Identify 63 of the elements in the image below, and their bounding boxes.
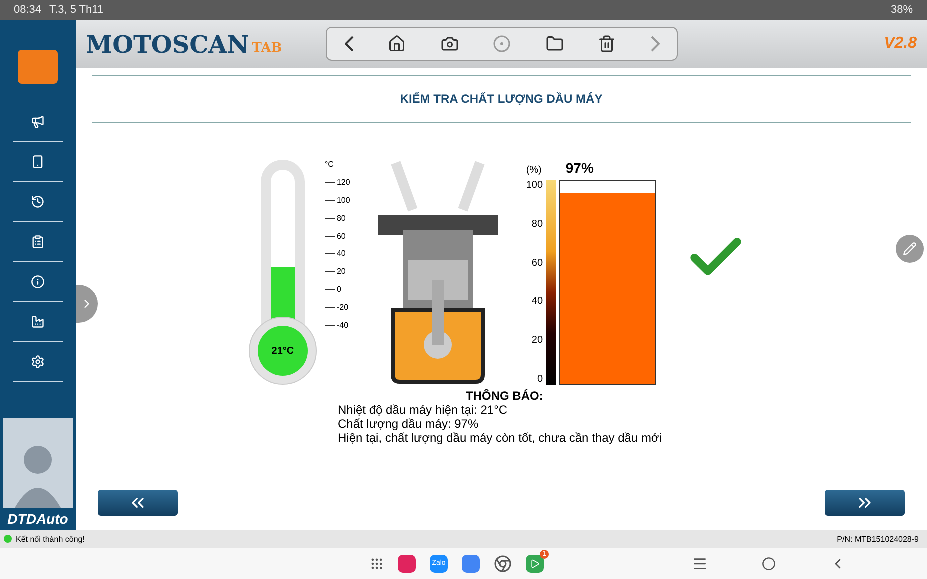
report-icon [31, 234, 45, 248]
message-heading: THÔNG BÁO: [466, 389, 544, 403]
recents-button[interactable] [692, 556, 708, 572]
apps-icon[interactable] [370, 556, 384, 570]
axis-label: 60 [530, 258, 544, 269]
scale-label: 40 [336, 249, 346, 258]
axis-label: 80 [530, 218, 544, 230]
device-icon [31, 154, 45, 168]
factory-icon [31, 314, 45, 328]
scale-label: -40 [336, 320, 349, 330]
delete-button[interactable] [598, 35, 616, 53]
page-title: KIỂM TRA CHẤT LƯỢNG DẦU MÁY [92, 75, 911, 123]
temperature-reading: 21°C [272, 346, 294, 356]
message-text: Hiện tại, chất lượng dầu máy còn tốt, chưa cần thay dầu mới [338, 431, 663, 445]
next-button[interactable] [825, 490, 905, 516]
message-text: Chất lượng dầu máy: 97% [338, 417, 480, 431]
forward-icon [650, 36, 660, 52]
axis-label: 20 [530, 335, 544, 346]
home-button[interactable] [762, 556, 776, 570]
history-icon [31, 194, 45, 208]
scale-label: 60 [336, 232, 346, 240]
back-button[interactable] [344, 36, 354, 52]
settings-icon [31, 354, 45, 368]
browser-icon[interactable] [494, 554, 512, 572]
home-icon [388, 35, 406, 53]
battery-text: 38% [890, 4, 913, 16]
folder-button[interactable] [546, 35, 564, 53]
date-text: T.3, 5 Th11 [50, 4, 104, 16]
unit-label: °C [324, 160, 335, 169]
back-icon [344, 36, 354, 52]
scale-label: 100 [336, 196, 350, 205]
scale-label: 20 [336, 267, 346, 276]
previous-button[interactable] [98, 490, 178, 516]
unit-label: (%) [526, 165, 542, 176]
scale-label: 0 [336, 285, 342, 294]
scale-label: 80 [336, 214, 346, 223]
axis-label: 100 [526, 180, 544, 191]
axis-label: 40 [530, 296, 544, 308]
camera-icon [440, 35, 459, 53]
connection-status: Kết nối thành công! [16, 534, 85, 544]
message-text: Nhiệt độ dầu máy hiện tại: 21°C [338, 403, 509, 417]
edit-button[interactable] [896, 235, 924, 263]
serial-number: P/N: MTB151024028-9 [837, 534, 919, 544]
scale-label: -20 [336, 303, 349, 312]
app-logo-text: MOTOSCAN [86, 30, 250, 58]
info-icon [31, 274, 45, 288]
app-logo-suffix: TAB [252, 41, 282, 56]
record-icon [493, 35, 512, 53]
axis-label: 0 [536, 374, 544, 385]
pencil-icon [903, 242, 917, 256]
clock-text: 08:34 [14, 4, 42, 16]
home-button[interactable] [388, 35, 406, 53]
expand-button[interactable] [76, 285, 98, 323]
scale-label: 120 [336, 178, 350, 187]
folder-icon [546, 35, 564, 53]
oil-quality-reading: 97% [566, 160, 594, 176]
camera-button[interactable] [440, 35, 459, 53]
person-silhouette-icon [3, 418, 73, 508]
announce-icon [31, 114, 45, 128]
app-logo-icon [18, 50, 58, 84]
version-label: V2.8 [884, 35, 917, 53]
play-app-icon[interactable] [526, 554, 544, 572]
delete-icon [598, 35, 616, 53]
